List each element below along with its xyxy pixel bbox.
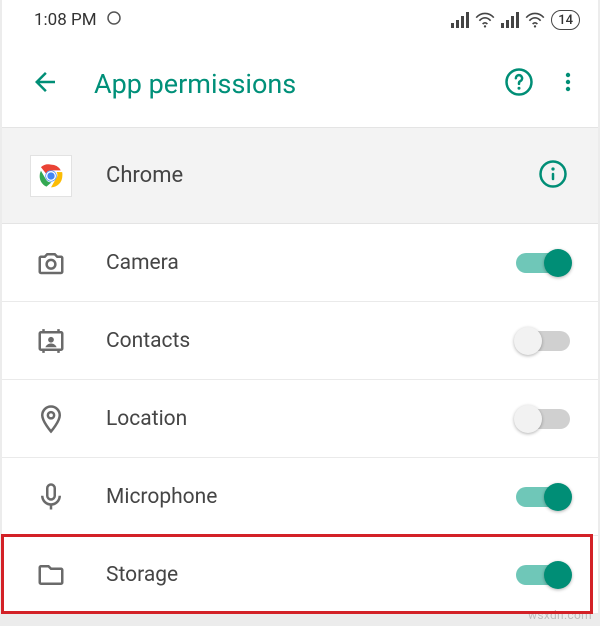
permission-label: Contacts [106, 329, 516, 353]
assistant-icon [105, 9, 123, 32]
permission-label: Microphone [106, 485, 516, 509]
permission-label: Storage [106, 563, 516, 587]
info-icon[interactable] [538, 159, 568, 193]
permission-list: Camera Contacts Location Microphone Storage [2, 224, 598, 614]
wifi-icon [475, 12, 495, 28]
camera-icon [30, 248, 72, 278]
watermark: wsxdn.com [528, 608, 592, 622]
app-bar: App permissions [2, 40, 598, 128]
status-right: 14 [451, 10, 580, 30]
permission-row-location[interactable]: Location [2, 380, 598, 458]
app-header-row: Chrome [2, 128, 598, 224]
permission-row-contacts[interactable]: Contacts [2, 302, 598, 380]
app-name: Chrome [106, 163, 538, 188]
signal-icon-2 [501, 12, 519, 28]
help-icon[interactable] [504, 67, 534, 101]
permission-label: Location [106, 407, 516, 431]
microphone-icon [30, 482, 72, 512]
permission-toggle-storage[interactable] [516, 565, 570, 585]
signal-icon [451, 12, 469, 28]
status-time: 1:08 PM [34, 10, 97, 30]
location-icon [30, 404, 72, 434]
battery-indicator: 14 [551, 10, 580, 30]
status-bar: 1:08 PM 14 [2, 0, 598, 40]
back-arrow-icon[interactable] [30, 67, 60, 101]
permission-toggle-location[interactable] [516, 409, 570, 429]
page-title: App permissions [94, 68, 504, 100]
permission-row-camera[interactable]: Camera [2, 224, 598, 302]
chrome-icon [30, 155, 72, 197]
permission-row-storage[interactable]: Storage [2, 536, 598, 614]
permission-label: Camera [106, 251, 516, 275]
contacts-icon [30, 326, 72, 356]
permission-toggle-camera[interactable] [516, 253, 570, 273]
more-menu-icon[interactable] [556, 67, 580, 101]
permission-row-microphone[interactable]: Microphone [2, 458, 598, 536]
permission-toggle-contacts[interactable] [516, 331, 570, 351]
storage-icon [30, 560, 72, 590]
wifi-icon-2 [525, 12, 545, 28]
permission-toggle-microphone[interactable] [516, 487, 570, 507]
